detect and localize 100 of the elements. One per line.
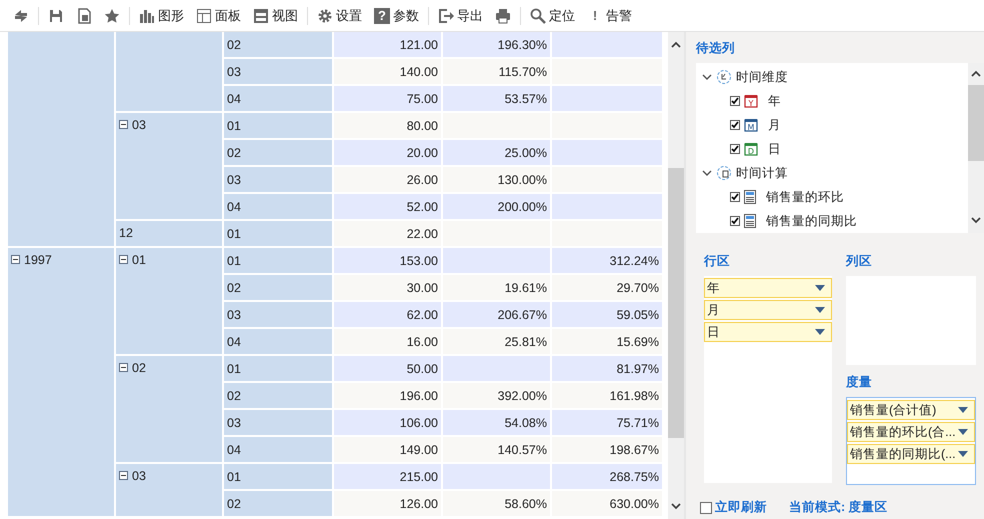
ratio-cell: 115.70% xyxy=(443,59,550,84)
field-chip[interactable]: 日 xyxy=(704,322,832,342)
ratio-cell: 196.30% xyxy=(443,32,550,57)
search-icon xyxy=(530,8,546,24)
value-cell: 215.00 xyxy=(334,464,441,489)
scrollbar-thumb[interactable] xyxy=(968,85,984,161)
value-cell: 121.00 xyxy=(334,32,441,57)
alert-icon: ! xyxy=(587,8,603,24)
ratio-cell: 392.00% xyxy=(443,383,550,408)
ratio-cell: 54.08% xyxy=(443,410,550,435)
ratio-cell: 630.00% xyxy=(552,491,662,516)
collapse-icon[interactable] xyxy=(119,363,128,372)
ratio-cell: 130.00% xyxy=(443,167,550,192)
value-cell: 16.00 xyxy=(334,329,441,354)
refresh-icon xyxy=(13,8,29,24)
tree-item[interactable]: 销售量的同期比 xyxy=(702,209,968,233)
checkbox[interactable] xyxy=(730,216,740,226)
section-title: 度量 xyxy=(846,374,873,391)
toolbar-button[interactable]: 设置 xyxy=(314,4,365,26)
day-cell: 02 xyxy=(224,491,332,516)
ratio-cell: 25.81% xyxy=(443,329,550,354)
printer-icon xyxy=(495,8,511,24)
field-chip[interactable]: 销售量的同期比(... xyxy=(847,444,975,464)
tree-item[interactable]: M 月 xyxy=(702,113,968,137)
tree-item[interactable]: D 日 xyxy=(702,137,968,161)
day-cell: 04 xyxy=(224,329,332,354)
checkbox[interactable] xyxy=(730,192,740,202)
value-cell: 153.00 xyxy=(334,248,441,273)
checkbox[interactable] xyxy=(730,120,740,130)
day-cell: 01 xyxy=(224,356,332,381)
ratio-cell: 200.00% xyxy=(443,194,550,219)
ratio-cell: 312.24% xyxy=(552,248,662,273)
tree-item[interactable]: Y 年 xyxy=(702,89,968,113)
calendar-icon: M xyxy=(744,118,758,132)
ratio-cell: 161.98% xyxy=(552,383,662,408)
value-cell: 106.00 xyxy=(334,410,441,435)
day-cell: 03 xyxy=(224,302,332,327)
day-cell: 02 xyxy=(224,383,332,408)
document-icon xyxy=(744,190,756,204)
field-chip[interactable]: 销售量(合计值) xyxy=(847,400,975,420)
caret-icon xyxy=(815,285,825,291)
caret-icon xyxy=(958,429,968,435)
refresh-checkbox[interactable]: 立即刷新 xyxy=(700,499,767,516)
collapse-icon[interactable] xyxy=(11,255,20,264)
toolbar-button[interactable]: 图形 xyxy=(136,4,187,26)
day-cell: 03 xyxy=(224,410,332,435)
day-cell: 01 xyxy=(224,221,332,246)
section-title: 待选列 xyxy=(696,40,736,57)
bar-chart-icon xyxy=(139,8,155,24)
caret-icon xyxy=(958,451,968,457)
ratio-cell: 53.57% xyxy=(443,86,550,111)
ratio-cell: 29.70% xyxy=(552,275,662,300)
chevron-down-icon[interactable] xyxy=(702,72,712,82)
toolbar-button[interactable]: 视图 xyxy=(250,4,301,26)
ratio-cell: 206.67% xyxy=(443,302,550,327)
ratio-cell: 81.97% xyxy=(552,356,662,381)
value-cell: 149.00 xyxy=(334,437,441,462)
day-cell: 04 xyxy=(224,437,332,462)
year-cell: 1997 xyxy=(8,248,114,516)
tree-item[interactable]: 销售量的环比 xyxy=(702,185,968,209)
tree-node[interactable]: 时间维度 xyxy=(702,65,968,89)
value-cell: 140.00 xyxy=(334,59,441,84)
tree-node[interactable]: 时间计算 xyxy=(702,161,968,185)
chevron-down-icon[interactable] xyxy=(702,168,712,178)
star-icon xyxy=(104,8,120,24)
day-cell: 03 xyxy=(224,167,332,192)
month-cell: 01 xyxy=(116,248,222,354)
calendar-icon: D xyxy=(744,142,758,156)
field-chip[interactable]: 销售量的环比(合... xyxy=(847,422,975,442)
scrollbar-thumb[interactable] xyxy=(668,168,684,438)
value-cell: 20.00 xyxy=(334,140,441,165)
collapse-icon[interactable] xyxy=(119,120,128,129)
checkbox[interactable] xyxy=(730,96,740,106)
field-chip[interactable]: 月 xyxy=(704,300,832,320)
section-title: 行区 xyxy=(704,253,731,270)
export-icon xyxy=(438,8,454,24)
month-cell: 12 xyxy=(116,221,222,246)
ratio-cell: 25.00% xyxy=(443,140,550,165)
day-cell: 01 xyxy=(224,248,332,273)
checkbox[interactable] xyxy=(730,144,740,154)
value-cell: 75.00 xyxy=(334,86,441,111)
value-cell: 52.00 xyxy=(334,194,441,219)
field-chip[interactable]: 年 xyxy=(704,278,832,298)
mode-label: 当前模式: 度量区 xyxy=(789,499,888,516)
month-cell: 02 xyxy=(116,356,222,462)
ratio-cell: 58.60% xyxy=(443,491,550,516)
toolbar-button[interactable]: 面板 xyxy=(193,4,244,26)
ratio-cell: 198.67% xyxy=(552,437,662,462)
ratio-cell: 15.69% xyxy=(552,329,662,354)
checkbox[interactable] xyxy=(700,502,712,514)
toolbar-button[interactable]: ! 告警 xyxy=(584,4,635,26)
section-title: 列区 xyxy=(846,253,873,270)
day-cell: 01 xyxy=(224,113,332,138)
collapse-icon[interactable] xyxy=(119,471,128,480)
ratio-cell: 140.57% xyxy=(443,437,550,462)
collapse-icon[interactable] xyxy=(119,255,128,264)
day-cell: 04 xyxy=(224,194,332,219)
toolbar-button[interactable]: ? 参数 xyxy=(371,4,422,26)
toolbar-button[interactable]: 导出 xyxy=(435,4,486,26)
toolbar-button[interactable]: 定位 xyxy=(527,4,578,26)
